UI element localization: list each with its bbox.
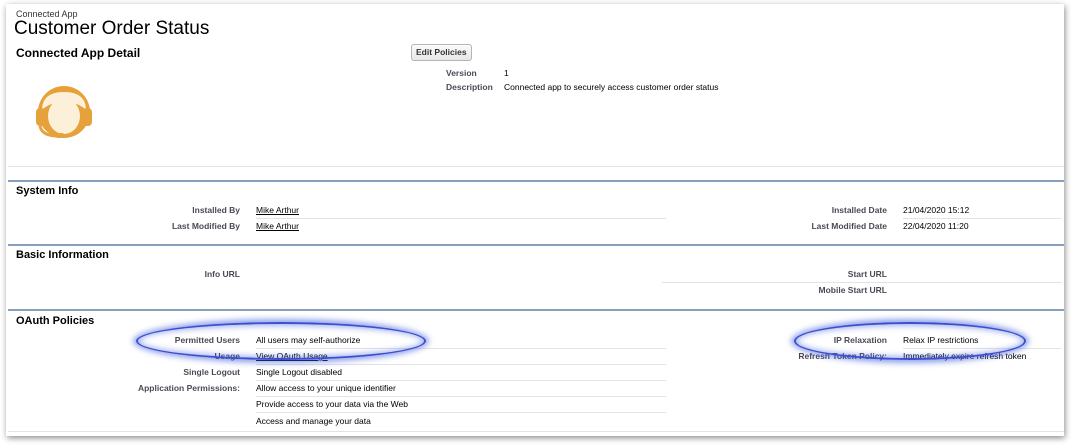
last-modified-date-label: Last Modified Date (811, 221, 887, 231)
section-divider (8, 309, 1064, 311)
highlight-ellipse (136, 322, 426, 360)
permission-item: Provide access to your data via the Web (256, 399, 408, 409)
description-label: Description (446, 82, 493, 92)
single-logout-value: Single Logout disabled (256, 367, 343, 377)
application-permissions-label: Application Permissions: (137, 383, 240, 393)
installed-date-value: 21/04/2020 15:12 (903, 205, 970, 215)
detail-heading: Connected App Detail (16, 46, 141, 60)
last-modified-by-label: Last Modified By (171, 221, 240, 231)
installed-date-label: Installed Date (831, 205, 887, 215)
last-modified-by-link[interactable]: Mike Arthur (256, 221, 299, 231)
system-info-heading: System Info (16, 185, 79, 197)
permission-item: Access and manage your data (256, 416, 371, 426)
installed-by-link[interactable]: Mike Arthur (256, 205, 299, 215)
connected-app-page: Connected App Customer Order Status Conn… (6, 4, 1064, 436)
description-value: Connected app to securely access custome… (504, 82, 719, 92)
version-label: Version (446, 68, 477, 78)
version-value: 1 (504, 68, 509, 78)
section-divider (8, 180, 1064, 182)
single-logout-label: Single Logout (183, 367, 240, 377)
headset-support-icon (36, 86, 92, 138)
basic-information-heading: Basic Information (16, 249, 109, 261)
edit-policies-button[interactable]: Edit Policies (411, 44, 472, 61)
permission-item: Allow access to your unique identifier (256, 383, 396, 393)
info-url-label: Info URL (204, 269, 240, 279)
highlight-ellipse (794, 322, 1026, 360)
mobile-start-url-label: Mobile Start URL (818, 285, 887, 295)
installed-by-label: Installed By (192, 205, 240, 215)
last-modified-date-value: 22/04/2020 11:20 (903, 221, 969, 231)
page-title: Customer Order Status (14, 18, 210, 39)
section-divider (8, 244, 1064, 246)
start-url-label: Start URL (847, 269, 887, 279)
oauth-policies-heading: OAuth Policies (16, 315, 95, 327)
